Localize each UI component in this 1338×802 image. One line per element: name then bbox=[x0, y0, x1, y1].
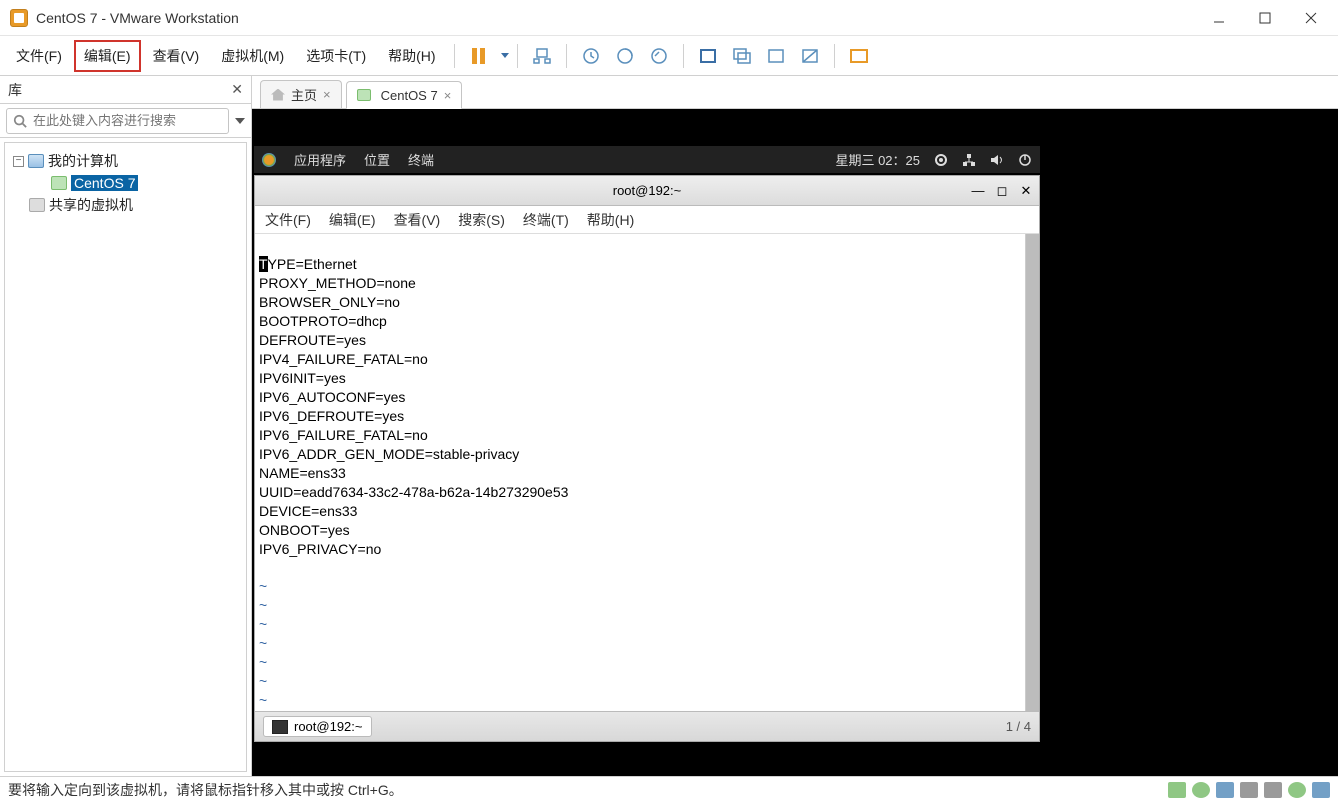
tray-display-icon[interactable] bbox=[1312, 782, 1330, 798]
terminal-menubar: 文件(F) 编辑(E) 查看(V) 搜索(S) 终端(T) 帮助(H) bbox=[255, 206, 1039, 234]
menu-bar: 文件(F) 编辑(E) 查看(V) 虚拟机(M) 选项卡(T) 帮助(H) bbox=[0, 36, 1338, 76]
taskbar-item-label: root@192:~ bbox=[294, 719, 363, 734]
library-close-button[interactable]: ✕ bbox=[231, 81, 243, 98]
terminal-maximize-button[interactable]: ◻ bbox=[995, 184, 1009, 198]
record-icon[interactable] bbox=[934, 153, 948, 167]
terminal-taskbar: root@192:~ 1 / 4 bbox=[255, 711, 1039, 741]
status-tray bbox=[1168, 782, 1330, 798]
term-menu-view[interactable]: 查看(V) bbox=[394, 210, 441, 230]
tray-cd-icon[interactable] bbox=[1192, 782, 1210, 798]
gnome-top-panel: 应用程序 位置 终端 星期三 02：25 bbox=[254, 146, 1040, 173]
snapshot-icon[interactable] bbox=[579, 44, 603, 68]
menu-edit[interactable]: 编辑(E) bbox=[74, 40, 141, 72]
panel-terminal[interactable]: 终端 bbox=[408, 150, 434, 169]
power-icon[interactable] bbox=[1018, 153, 1032, 167]
tree-shared-label: 共享的虚拟机 bbox=[49, 195, 133, 215]
vm-icon bbox=[51, 176, 67, 190]
workspace-pager[interactable]: 1 / 4 bbox=[1006, 719, 1031, 734]
console-view-icon[interactable] bbox=[847, 44, 871, 68]
vm-icon bbox=[357, 89, 371, 101]
home-icon bbox=[271, 89, 285, 101]
tree-my-computer[interactable]: − 我的计算机 bbox=[9, 149, 242, 173]
search-dropdown-icon[interactable] bbox=[235, 118, 245, 124]
tree-item-centos-label: CentOS 7 bbox=[71, 175, 138, 191]
tab-bar: 主页 × CentOS 7 × bbox=[252, 76, 1338, 109]
panel-datetime[interactable]: 星期三 02：25 bbox=[835, 150, 920, 169]
tray-network-icon[interactable] bbox=[1216, 782, 1234, 798]
toolbar-divider bbox=[834, 44, 835, 68]
panel-applications[interactable]: 应用程序 bbox=[294, 150, 346, 169]
taskbar-item-terminal[interactable]: root@192:~ bbox=[263, 716, 372, 737]
tab-home-label: 主页 bbox=[291, 85, 317, 104]
term-menu-terminal[interactable]: 终端(T) bbox=[523, 210, 569, 230]
tab-centos[interactable]: CentOS 7 × bbox=[346, 81, 463, 109]
revert-snapshot-icon[interactable] bbox=[647, 44, 671, 68]
cycle-icon[interactable] bbox=[798, 44, 822, 68]
terminal-close-button[interactable]: ✕ bbox=[1019, 184, 1033, 198]
window-titlebar: CentOS 7 - VMware Workstation bbox=[0, 0, 1338, 36]
library-pane: 库 ✕ − 我的计算机 CentOS 7 共享的虚拟机 bbox=[0, 76, 252, 776]
tab-centos-close[interactable]: × bbox=[444, 88, 452, 103]
window-controls bbox=[1196, 0, 1334, 36]
vmware-app-icon bbox=[10, 9, 28, 27]
tray-usb-icon[interactable] bbox=[1240, 782, 1258, 798]
tree-shared-vms[interactable]: 共享的虚拟机 bbox=[9, 193, 242, 217]
computer-icon bbox=[28, 154, 44, 168]
library-header: 库 ✕ bbox=[0, 76, 251, 104]
terminal-scrollbar[interactable] bbox=[1025, 234, 1039, 711]
tree-item-centos[interactable]: CentOS 7 bbox=[9, 173, 242, 193]
tray-sound-icon[interactable] bbox=[1288, 782, 1306, 798]
tray-disk-icon[interactable] bbox=[1168, 782, 1186, 798]
terminal-window: root@192:~ — ◻ ✕ 文件(F) 编辑(E) 查看(V) 搜索(S)… bbox=[254, 175, 1040, 742]
toolbar-divider bbox=[517, 44, 518, 68]
tab-home[interactable]: 主页 × bbox=[260, 80, 342, 108]
search-input-wrapper[interactable] bbox=[6, 108, 229, 134]
terminal-icon bbox=[272, 720, 288, 734]
search-icon bbox=[13, 114, 27, 128]
network-icon[interactable] bbox=[962, 153, 976, 167]
status-hint: 要将输入定向到该虚拟机，请将鼠标指针移入其中或按 Ctrl+G。 bbox=[8, 780, 403, 800]
toolbar-divider bbox=[683, 44, 684, 68]
search-input[interactable] bbox=[33, 113, 222, 128]
menu-vm[interactable]: 虚拟机(M) bbox=[211, 40, 294, 72]
panel-places[interactable]: 位置 bbox=[364, 150, 390, 169]
maximize-button[interactable] bbox=[1242, 0, 1288, 36]
toolbar-divider bbox=[566, 44, 567, 68]
menu-tabs[interactable]: 选项卡(T) bbox=[296, 40, 376, 72]
term-menu-search[interactable]: 搜索(S) bbox=[458, 210, 505, 230]
terminal-minimize-button[interactable]: — bbox=[971, 184, 985, 198]
snapshot-manager-icon[interactable] bbox=[613, 44, 637, 68]
tab-home-close[interactable]: × bbox=[323, 87, 331, 102]
power-dropdown[interactable] bbox=[501, 53, 509, 58]
term-menu-help[interactable]: 帮助(H) bbox=[587, 210, 634, 230]
menu-file[interactable]: 文件(F) bbox=[6, 40, 72, 72]
tab-centos-label: CentOS 7 bbox=[381, 88, 438, 103]
volume-icon[interactable] bbox=[990, 153, 1004, 167]
status-bar: 要将输入定向到该虚拟机，请将鼠标指针移入其中或按 Ctrl+G。 bbox=[0, 776, 1338, 802]
window-title: CentOS 7 - VMware Workstation bbox=[36, 10, 239, 26]
library-title: 库 bbox=[8, 80, 22, 100]
terminal-content[interactable]: TYPE=Ethernet PROXY_METHOD=none BROWSER_… bbox=[255, 234, 1039, 711]
send-ctrl-alt-del-icon[interactable] bbox=[530, 44, 554, 68]
shared-icon bbox=[29, 198, 45, 212]
tray-printer-icon[interactable] bbox=[1264, 782, 1282, 798]
toolbar-divider bbox=[454, 44, 455, 68]
unity-icon[interactable] bbox=[730, 44, 754, 68]
activities-icon[interactable] bbox=[262, 153, 276, 167]
fullscreen-icon[interactable] bbox=[696, 44, 720, 68]
menu-view[interactable]: 查看(V) bbox=[143, 40, 210, 72]
stretch-icon[interactable] bbox=[764, 44, 788, 68]
close-button[interactable] bbox=[1288, 0, 1334, 36]
minimize-button[interactable] bbox=[1196, 0, 1242, 36]
library-tree: − 我的计算机 CentOS 7 共享的虚拟机 bbox=[4, 142, 247, 772]
term-menu-file[interactable]: 文件(F) bbox=[265, 210, 311, 230]
term-menu-edit[interactable]: 编辑(E) bbox=[329, 210, 376, 230]
pause-button[interactable] bbox=[467, 44, 491, 68]
menu-help[interactable]: 帮助(H) bbox=[378, 40, 445, 72]
tree-my-computer-label: 我的计算机 bbox=[48, 151, 118, 171]
library-search-row bbox=[0, 104, 251, 138]
terminal-titlebar[interactable]: root@192:~ — ◻ ✕ bbox=[255, 176, 1039, 206]
tree-collapse-icon[interactable]: − bbox=[13, 156, 24, 167]
terminal-title: root@192:~ bbox=[613, 183, 682, 198]
